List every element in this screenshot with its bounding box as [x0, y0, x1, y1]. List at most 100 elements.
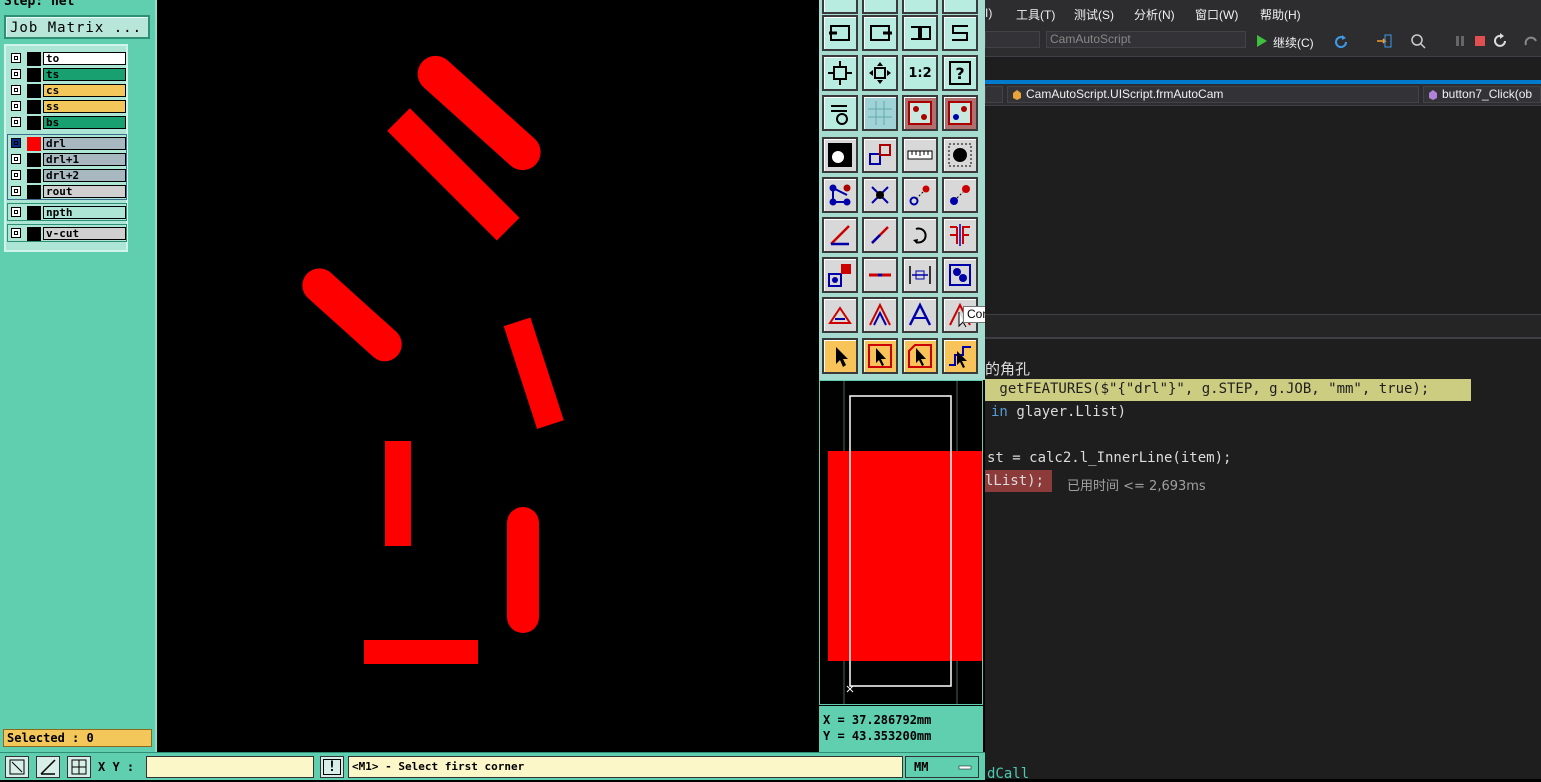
step-icon[interactable]	[1523, 33, 1539, 49]
pan-right-button[interactable]	[862, 15, 898, 51]
layer-name[interactable]: bs	[43, 116, 126, 129]
layer-row-ss[interactable]: ss	[9, 100, 127, 114]
tool-button[interactable]	[902, 0, 938, 14]
contour-arc-button[interactable]	[902, 297, 938, 333]
overview-window[interactable]	[819, 380, 983, 705]
menu-item-help[interactable]: 帮助(H)	[1260, 6, 1301, 23]
layer-checkbox[interactable]	[11, 117, 21, 127]
layer-checkbox[interactable]	[11, 207, 21, 217]
select-box-button[interactable]	[862, 338, 898, 374]
layer-name[interactable]: ss	[43, 100, 126, 113]
pan-left-button[interactable]	[822, 15, 858, 51]
scale-button[interactable]: 1:2	[902, 55, 938, 91]
layer-compare-button-2[interactable]	[942, 95, 978, 131]
layer-name[interactable]: npth	[43, 206, 126, 219]
slot-feature[interactable]	[295, 261, 408, 368]
type-combo[interactable]: CamAutoScript.UIScript.frmAutoCam	[1007, 86, 1419, 103]
delete-point-button[interactable]	[862, 177, 898, 213]
layer-checkbox[interactable]	[11, 186, 21, 196]
menu-item-analyze[interactable]: 分析(N)	[1134, 6, 1175, 23]
menu-item[interactable]: I)	[985, 6, 992, 20]
job-matrix-button[interactable]: Job Matrix ...	[4, 15, 150, 39]
layer-name[interactable]: drl	[43, 137, 126, 150]
units-select[interactable]: MM	[905, 756, 979, 778]
layer-checkbox[interactable]	[11, 101, 21, 111]
mirror-tool-button[interactable]	[942, 217, 978, 253]
move-point-button[interactable]	[902, 177, 938, 213]
layer-row-drl-2[interactable]: drl+2	[9, 169, 127, 183]
platform-combo[interactable]	[985, 31, 1040, 48]
tool-button[interactable]	[942, 0, 978, 14]
layer-row-rout[interactable]: rout	[9, 185, 127, 199]
startup-project-combo[interactable]: CamAutoScript	[1046, 31, 1246, 48]
zoom-box-button[interactable]	[5, 756, 29, 778]
ruler-button[interactable]	[902, 137, 938, 173]
graphics-canvas[interactable]	[157, 0, 819, 752]
layer-row-drl-1[interactable]: drl+1	[9, 153, 127, 167]
continue-button[interactable]: 继续(C)	[1273, 34, 1314, 51]
slot-feature[interactable]	[364, 640, 478, 664]
layer-row-to[interactable]: to	[9, 52, 127, 66]
menu-item-tools[interactable]: 工具(T)	[1016, 6, 1055, 23]
line-tool-button[interactable]	[862, 217, 898, 253]
layer-checkbox[interactable]	[11, 138, 21, 148]
zoom-center-button[interactable]	[862, 55, 898, 91]
measure-width-button[interactable]	[902, 257, 938, 293]
layer-row-v-cut[interactable]: v-cut	[9, 227, 127, 241]
layer-row-npth[interactable]: npth	[9, 206, 127, 220]
layer-row-cs[interactable]: cs	[9, 84, 127, 98]
contour-fill-button[interactable]	[822, 297, 858, 333]
slot-feature[interactable]	[385, 441, 411, 546]
stop-icon[interactable]	[1474, 35, 1486, 47]
pad-group-button[interactable]	[942, 257, 978, 293]
tool-button[interactable]	[822, 0, 858, 14]
layer-row-drl[interactable]: drl	[9, 137, 127, 151]
restart-icon[interactable]	[1493, 33, 1509, 49]
connect-tool-button[interactable]	[822, 177, 858, 213]
rotate-tool-button[interactable]	[902, 217, 938, 253]
xy-input[interactable]	[146, 756, 314, 778]
layer-checkbox[interactable]	[11, 69, 21, 79]
layer-checkbox[interactable]	[11, 53, 21, 63]
split-line-button[interactable]	[862, 257, 898, 293]
layer-compare-button[interactable]	[902, 95, 938, 131]
select-pad-button[interactable]	[942, 137, 978, 173]
snap-button[interactable]	[902, 15, 938, 51]
help-button[interactable]: ?	[942, 55, 978, 91]
select-pointer-button[interactable]	[822, 338, 858, 374]
layer-name[interactable]: drl+2	[43, 169, 126, 182]
search-icon[interactable]	[1410, 33, 1428, 51]
select-path-button[interactable]	[942, 338, 978, 374]
grid-snap-button[interactable]	[67, 756, 91, 778]
resize-tool-button[interactable]	[822, 257, 858, 293]
zoom-fit-button[interactable]	[822, 55, 858, 91]
copy-point-button[interactable]	[942, 177, 978, 213]
slot-feature[interactable]	[507, 507, 539, 633]
layer-name[interactable]: rout	[43, 185, 126, 198]
refresh-icon[interactable]	[1333, 34, 1349, 50]
measure-settings-button[interactable]	[822, 95, 858, 131]
member-combo[interactable]: button7_Click(ob	[1423, 86, 1541, 103]
menu-item-test[interactable]: 测试(S)	[1074, 6, 1114, 23]
contour-add-button[interactable]	[862, 297, 898, 333]
angle-tool-button[interactable]	[822, 217, 858, 253]
select-polygon-button[interactable]	[902, 338, 938, 374]
layer-checkbox[interactable]	[11, 228, 21, 238]
menu-item-window[interactable]: 窗口(W)	[1195, 6, 1238, 23]
tool-button[interactable]	[862, 0, 898, 14]
hot-reload-icon[interactable]	[1375, 33, 1393, 51]
layer-name[interactable]: v-cut	[43, 227, 126, 240]
shape-tool-button[interactable]	[862, 137, 898, 173]
editor-splitter[interactable]	[985, 314, 1541, 339]
grid-button[interactable]	[862, 95, 898, 131]
alert-button[interactable]: !	[320, 756, 344, 778]
layer-row-ts[interactable]: ts	[9, 68, 127, 82]
layer-checkbox[interactable]	[11, 170, 21, 180]
layer-name[interactable]: drl+1	[43, 153, 126, 166]
layer-checkbox[interactable]	[11, 85, 21, 95]
pad-tool-button[interactable]	[822, 137, 858, 173]
layer-name[interactable]: ts	[43, 68, 126, 81]
pause-icon[interactable]	[1454, 35, 1466, 47]
layer-name[interactable]: to	[43, 52, 126, 65]
angle-measure-button[interactable]	[36, 756, 60, 778]
